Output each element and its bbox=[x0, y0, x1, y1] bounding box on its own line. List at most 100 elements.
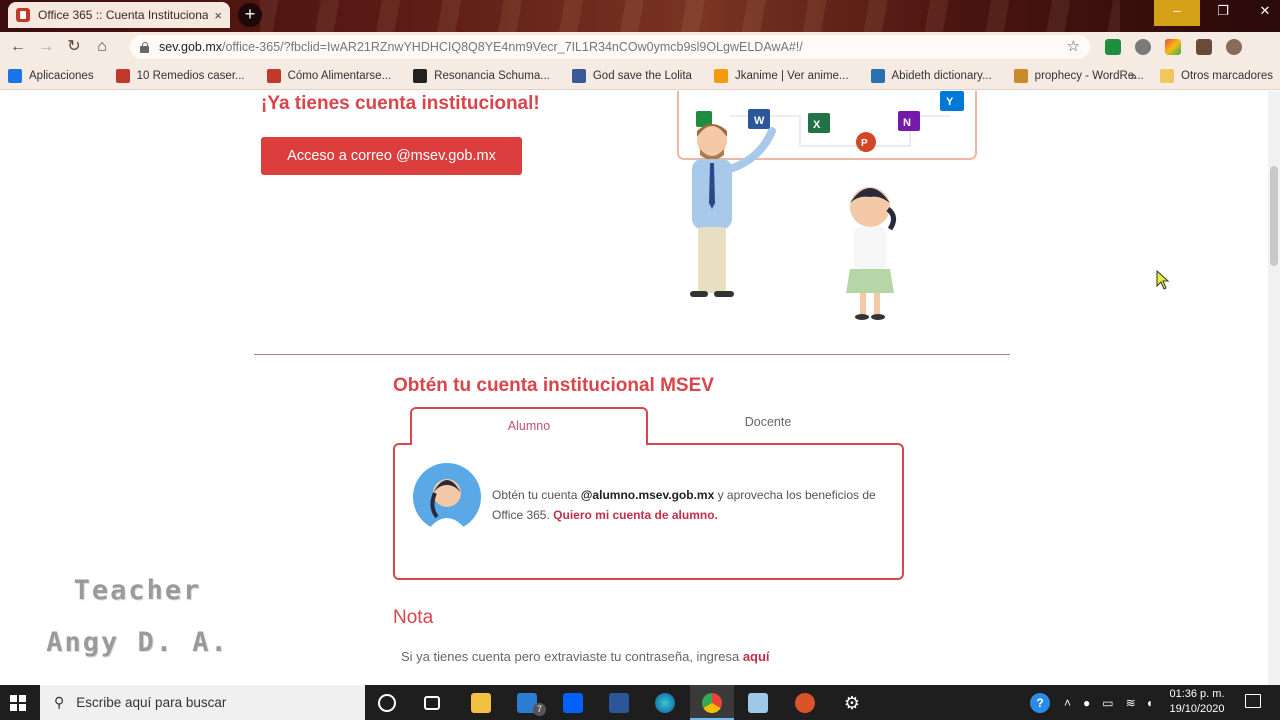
file-explorer-icon[interactable] bbox=[471, 693, 491, 713]
home-icon[interactable]: ⌂ bbox=[88, 34, 116, 60]
chrome-icon[interactable] bbox=[702, 693, 722, 713]
svg-text:Y: Y bbox=[946, 96, 954, 108]
facebook-icon bbox=[571, 68, 586, 83]
ya-tienes-heading: ¡Ya tienes cuenta institucional! bbox=[261, 93, 540, 114]
address-bar[interactable]: sev.gob.mx/office-365/?fbclid=IwAR21RZnw… bbox=[130, 35, 1090, 59]
windows-taskbar: ⚲ Escribe aquí para buscar 7 ⚙ ? ˄ ● ▭ ≋… bbox=[0, 685, 1280, 720]
teacher-student-illustration: W X P N Y bbox=[677, 91, 977, 320]
search-icon: ⚲ bbox=[54, 694, 65, 710]
profile-avatar-icon[interactable] bbox=[1226, 39, 1242, 55]
battery-icon[interactable]: ▭ bbox=[1102, 696, 1113, 710]
nota-heading: Nota bbox=[393, 607, 434, 628]
alumno-email: @alumno.msev.gob.mx bbox=[580, 488, 715, 502]
close-window-button[interactable]: ✕ bbox=[1242, 0, 1280, 26]
browser-tab[interactable]: Office 365 :: Cuenta Institucional × bbox=[8, 2, 230, 28]
office-favicon-icon bbox=[16, 8, 30, 22]
bookmarks-more-icon[interactable]: » bbox=[1130, 69, 1137, 83]
maximize-button[interactable]: ❐ bbox=[1200, 0, 1246, 26]
wikipedia-icon bbox=[413, 68, 428, 83]
apps-grid-icon bbox=[8, 68, 22, 83]
browser-toolbar: ← → ↻ ⌂ sev.gob.mx/office-365/?fbclid=Iw… bbox=[0, 32, 1280, 62]
tray-chevron-icon[interactable]: ˄ bbox=[1064, 696, 1071, 710]
tab-docente[interactable]: Docente bbox=[648, 407, 888, 441]
bookmark-label: Jkanime | Ver anime... bbox=[734, 69, 849, 82]
mail-badge: 7 bbox=[533, 703, 546, 716]
new-tab-button[interactable]: + bbox=[238, 3, 262, 27]
sheets-extension-icon[interactable] bbox=[1105, 39, 1121, 55]
dictionary-icon bbox=[870, 68, 885, 83]
bookmark-other-label: Otros marcadores bbox=[1181, 69, 1274, 82]
bookmark-label: God save the Lolita bbox=[592, 69, 692, 82]
watermark-line1: Teacher bbox=[73, 575, 202, 606]
windows-logo-icon bbox=[10, 694, 26, 711]
task-view-icon[interactable] bbox=[424, 696, 440, 710]
scrollbar-thumb[interactable] bbox=[1270, 166, 1278, 266]
svg-text:X: X bbox=[813, 119, 821, 131]
taskbar-clock[interactable]: 01:36 p. m. 19/10/2020 bbox=[1166, 687, 1228, 717]
page-content: ¡Ya tienes cuenta institucional! Acceso … bbox=[0, 91, 1270, 685]
student-avatar-icon bbox=[413, 463, 481, 531]
jkanime-icon bbox=[713, 68, 728, 83]
clock-date: 19/10/2020 bbox=[1169, 703, 1225, 715]
alumno-description: Obtén tu cuenta @alumno.msev.gob.mx y ap… bbox=[492, 485, 892, 525]
bookmark-item[interactable]: Aplicaciones bbox=[8, 68, 94, 83]
bookmark-item[interactable]: prophecy - WordRe... bbox=[1013, 68, 1144, 83]
notification-center-icon[interactable] bbox=[1245, 694, 1261, 708]
bookmark-item[interactable]: Jkanime | Ver anime... bbox=[713, 68, 849, 83]
wifi-icon[interactable]: ≋ bbox=[1126, 696, 1136, 710]
mouse-cursor-icon bbox=[1156, 270, 1170, 290]
bookmark-item[interactable]: 10 Remedios caser... bbox=[115, 68, 245, 83]
notepad-icon[interactable] bbox=[748, 693, 768, 713]
ck-icon bbox=[115, 68, 130, 83]
url-host: sev.gob.mx bbox=[159, 40, 222, 54]
reload-icon[interactable]: ↻ bbox=[60, 34, 88, 60]
quiero-cuenta-link[interactable]: Quiero mi cuenta de alumno. bbox=[553, 508, 718, 522]
bookmark-item[interactable]: Resonancia Schuma... bbox=[413, 68, 550, 83]
bookmark-star-icon[interactable]: ☆ bbox=[1067, 37, 1080, 55]
help-icon[interactable]: ? bbox=[1030, 692, 1050, 713]
tab-close-icon[interactable]: × bbox=[214, 8, 222, 23]
tab-join-cover bbox=[412, 442, 646, 446]
bookmark-label: Abideth dictionary... bbox=[891, 69, 992, 82]
check-extension-icon[interactable] bbox=[1135, 39, 1151, 55]
pencil-extension-icon[interactable] bbox=[1165, 39, 1181, 55]
app-icon[interactable] bbox=[795, 693, 815, 713]
system-tray: ? ˄ ● ▭ ≋ ◖ bbox=[1030, 685, 1153, 720]
svg-text:N: N bbox=[903, 117, 911, 129]
search-placeholder: Escribe aquí para buscar bbox=[76, 695, 227, 710]
edge-icon[interactable] bbox=[655, 693, 675, 713]
nota-description: Si ya tienes cuenta pero extraviaste tu … bbox=[401, 649, 743, 664]
wordreference-icon bbox=[1013, 68, 1028, 83]
forward-arrow-icon[interactable]: → bbox=[32, 34, 60, 60]
microphone-icon[interactable]: ● bbox=[1083, 696, 1090, 710]
obten-cuenta-heading: Obtén tu cuenta institucional MSEV bbox=[393, 375, 714, 396]
settings-gear-icon[interactable]: ⚙ bbox=[842, 693, 862, 713]
aqui-link[interactable]: aquí bbox=[743, 649, 770, 664]
folder-icon bbox=[1160, 68, 1174, 83]
bookmark-other-folder[interactable]: Otros marcadores bbox=[1160, 68, 1274, 83]
tab-alumno[interactable]: Alumno bbox=[410, 407, 648, 445]
back-arrow-icon[interactable]: ← bbox=[4, 34, 32, 60]
minimize-button[interactable]: – bbox=[1154, 0, 1200, 26]
windows-start-button[interactable] bbox=[0, 685, 36, 720]
alumno-text-pre: Obtén tu cuenta bbox=[492, 488, 581, 502]
bookmark-label: prophecy - WordRe... bbox=[1034, 69, 1144, 82]
word-taskbar-icon[interactable] bbox=[609, 693, 629, 713]
taskbar-search-box[interactable]: ⚲ Escribe aquí para buscar bbox=[40, 685, 365, 720]
dropbox-icon[interactable] bbox=[563, 693, 583, 713]
bookmark-item[interactable]: Cómo Alimentarse... bbox=[266, 68, 391, 83]
clock-time: 01:36 p. m. bbox=[1169, 688, 1225, 700]
watermark-line2: Angy D. A. bbox=[46, 627, 229, 658]
bookmark-item[interactable]: God save the Lolita bbox=[571, 68, 692, 83]
correo-access-button[interactable]: Acceso a correo @msev.gob.mx bbox=[261, 137, 522, 175]
puzzle-extensions-icon[interactable] bbox=[1196, 39, 1212, 55]
nota-text: Si ya tienes cuenta pero extraviaste tu … bbox=[401, 649, 770, 664]
ck-icon bbox=[266, 68, 281, 83]
svg-text:W: W bbox=[754, 115, 765, 127]
volume-icon[interactable]: ◖ bbox=[1146, 696, 1153, 710]
lock-icon bbox=[140, 41, 149, 53]
page-scrollbar[interactable] bbox=[1268, 91, 1280, 685]
cortana-icon[interactable] bbox=[378, 694, 396, 712]
bookmark-item[interactable]: Abideth dictionary... bbox=[870, 68, 992, 83]
alumno-panel: Obtén tu cuenta @alumno.msev.gob.mx y ap… bbox=[393, 443, 904, 580]
